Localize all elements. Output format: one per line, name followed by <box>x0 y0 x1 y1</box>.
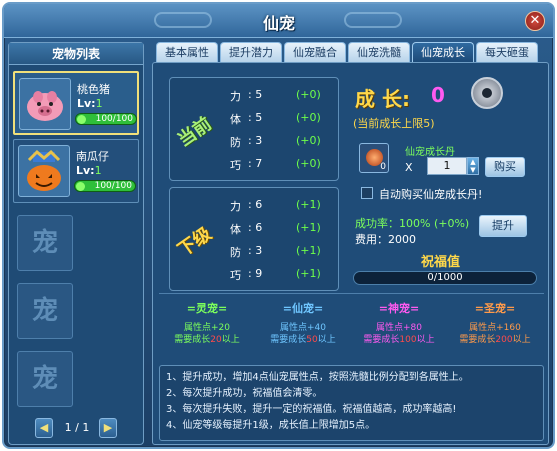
pet-hp-bar: 100/100 <box>74 180 136 192</box>
tier-desc: 属性点+40 需要成长50以上 <box>270 323 336 345</box>
title-ornament-right <box>344 12 402 28</box>
tab-growth[interactable]: 仙宠成长 <box>412 42 474 62</box>
stat-row: 巧: 7 (+0) <box>230 157 321 172</box>
stat-row: 力: 6 (+1) <box>230 198 321 213</box>
title-bar[interactable]: 仙宠 ✕ <box>4 4 553 38</box>
cost: 费用：2000 <box>355 233 416 246</box>
current-stats-label: 当前 <box>174 113 216 152</box>
tier-name: =仙宠= <box>282 302 324 315</box>
next-stats-label: 下级 <box>174 223 216 262</box>
auto-buy-label: 自动购买仙宠成长丹! <box>379 188 483 201</box>
tier-name: =神宠= <box>378 302 420 315</box>
tier-shen: =神宠= 属性点+80 需要成长100以上 <box>351 296 447 356</box>
growth-label: 成 长: <box>355 87 410 111</box>
current-stats-box: 当前 力: 5 (+0) 体: 5 (+0) 防: 3 (+0) 巧: 7 (+0) <box>169 77 339 181</box>
tier-desc: 属性点+20 需要成长20以上 <box>174 323 240 345</box>
stat-row: 防: 3 (+1) <box>230 244 321 259</box>
next-stats-box: 下级 力: 6 (+1) 体: 6 (+1) 防: 3 (+1) 巧: 9 (+1) <box>169 187 339 291</box>
page-indicator: 1 / 1 <box>64 421 90 434</box>
stat-row: 防: 3 (+0) <box>230 134 321 149</box>
window-title: 仙宠 <box>262 14 295 33</box>
pet-level: Lv:1 <box>76 164 102 177</box>
tab-fusion[interactable]: 仙宠融合 <box>284 42 346 62</box>
tier-name: =灵宠= <box>186 302 228 315</box>
blessing-bar: 0/1000 <box>353 271 537 285</box>
growth-value: 0 <box>431 83 445 107</box>
rules-notes: 1、提升成功，增加4点仙宠属性点，按照洗髓比例分配到各属性上。 2、每次提升成功… <box>159 365 544 441</box>
success-rate: 成功率：100% (+0%) <box>355 217 470 230</box>
pig-pet-icon <box>19 78 71 130</box>
tier-name: =圣宠= <box>474 302 516 315</box>
pet-list-header: 宠物列表 <box>9 43 143 65</box>
quantity-multiplier: X <box>405 161 413 174</box>
pet-name: 桃色猪 <box>77 83 110 96</box>
tab-basic-attributes[interactable]: 基本属性 <box>156 42 218 62</box>
upgrade-button[interactable]: 提升 <box>479 215 527 237</box>
next-page-button[interactable]: ▶ <box>99 418 117 438</box>
stat-row: 体: 5 (+0) <box>230 111 321 126</box>
tier-list: =灵宠= 属性点+20 需要成长20以上 =仙宠= 属性点+40 需要成长50以上 … <box>159 293 544 357</box>
pet-name: 南瓜仔 <box>76 150 109 163</box>
growth-panel: 当前 力: 5 (+0) 体: 5 (+0) 防: 3 (+0) 巧: 7 (+0) 下… <box>152 62 549 445</box>
pet-slot-1[interactable]: 桃色猪 Lv:1 100/100 <box>13 71 139 135</box>
growth-pill-item[interactable]: 0 <box>359 143 389 173</box>
pet-slot-2[interactable]: 南瓜仔 Lv:1 100/100 <box>13 139 139 203</box>
note-line: 2、每次提升成功，祝福值会清零。 <box>166 388 323 399</box>
empty-pet-slot[interactable]: 宠 <box>17 215 73 271</box>
tier-desc: 属性点+160 需要成长200以上 <box>459 323 531 345</box>
prev-page-button[interactable]: ◀ <box>35 418 53 438</box>
pet-window: 仙宠 ✕ 宠物列表 桃色猪 Lv:1 100/100 南瓜仔 Lv:1 100/… <box>2 2 555 449</box>
pet-hp-bar: 100/100 <box>75 113 137 125</box>
pet-level: Lv:1 <box>77 97 103 110</box>
stat-row: 巧: 9 (+1) <box>230 267 321 282</box>
note-line: 1、提升成功，增加4点仙宠属性点，按照洗髓比例分配到各属性上。 <box>166 372 469 383</box>
growth-limit: (当前成长上限5) <box>353 117 435 130</box>
tab-wash[interactable]: 仙宠洗髓 <box>348 42 410 62</box>
rank-badge-icon[interactable] <box>471 77 503 109</box>
tier-ling: =灵宠= 属性点+20 需要成长20以上 <box>159 296 255 356</box>
stat-row: 力: 5 (+0) <box>230 88 321 103</box>
auto-buy-checkbox[interactable] <box>361 187 373 199</box>
tier-sheng: =圣宠= 属性点+160 需要成长200以上 <box>447 296 543 356</box>
pet-list-pager: ◀ 1 / 1 ▶ <box>35 418 119 438</box>
buy-button[interactable]: 购买 <box>485 157 525 177</box>
quantity-stepper[interactable]: ▲ ▼ <box>467 157 479 175</box>
title-ornament-left <box>154 12 212 28</box>
item-name: 仙宠成长丹 <box>405 147 455 158</box>
empty-pet-slot[interactable]: 宠 <box>17 351 73 407</box>
quantity-input[interactable]: 1 <box>427 157 467 175</box>
pet-list-panel: 宠物列表 桃色猪 Lv:1 100/100 南瓜仔 Lv:1 100/100 宠… <box>8 42 144 445</box>
close-button[interactable]: ✕ <box>525 11 545 31</box>
empty-pet-slot[interactable]: 宠 <box>17 283 73 339</box>
tab-daily-egg[interactable]: 每天砸蛋 <box>476 42 538 62</box>
pumpkin-pet-icon <box>18 145 70 197</box>
stat-row: 体: 6 (+1) <box>230 221 321 236</box>
tier-desc: 属性点+80 需要成长100以上 <box>363 323 435 345</box>
tab-potential[interactable]: 提升潜力 <box>220 42 282 62</box>
blessing-value: 0/1000 <box>427 272 463 283</box>
item-count: 0 <box>380 162 386 172</box>
tier-xian: =仙宠= 属性点+40 需要成长50以上 <box>255 296 351 356</box>
blessing-title: 祝福值 <box>421 255 461 270</box>
note-line: 3、每次提升失败，提升一定的祝福值。祝福值越高，成功率越高! <box>166 404 457 415</box>
note-line: 4、仙宠等级每提升1级，成长值上限增加5点。 <box>166 420 376 431</box>
